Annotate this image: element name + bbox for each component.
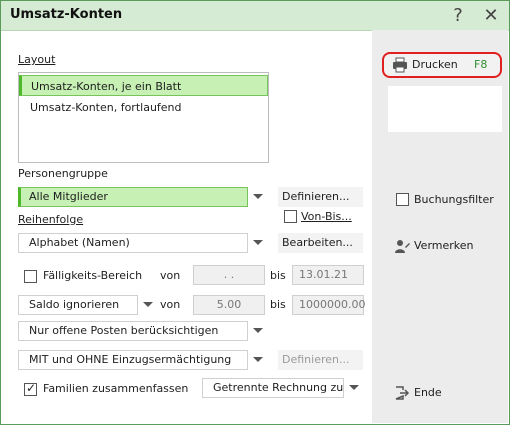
exit-icon (395, 386, 410, 400)
buchungsfilter-checkbox[interactable] (396, 193, 409, 206)
faelligkeit-bis-label: bis (270, 269, 286, 282)
saldo-bis-input[interactable]: 1000000.00 (292, 295, 365, 315)
rechnung-select[interactable]: Getrennte Rechnung zusa (202, 378, 344, 398)
print-shortcut: F8 (474, 58, 488, 71)
chevron-down-icon[interactable] (253, 328, 263, 333)
window-title: Umsatz-Konten (10, 7, 123, 22)
help-icon[interactable]: ? (446, 4, 470, 28)
faelligkeit-von-input[interactable]: . . (193, 265, 265, 285)
posten-select[interactable]: Nur offene Posten berücksichtigen (18, 321, 248, 341)
faelligkeit-label: Fälligkeits-Bereich (43, 269, 143, 282)
saldo-von-input[interactable]: 5.00 (193, 295, 265, 315)
define-einzug-button[interactable]: Definieren... (278, 350, 363, 370)
edit-order-button[interactable]: Bearbeiten... (278, 233, 363, 253)
layout-item-fortlaufend[interactable]: Umsatz-Konten, fortlaufend (19, 97, 268, 118)
von-bis-text: Von-Bis... (301, 210, 352, 223)
familien-checkbox[interactable] (24, 381, 37, 396)
layout-item-je-ein-blatt[interactable]: Umsatz-Konten, je ein Blatt (19, 75, 268, 96)
faelligkeit-bis-input[interactable]: 13.01.21 (292, 265, 364, 285)
vermerken-label: Vermerken (414, 239, 474, 252)
personengruppe-select[interactable]: Alle Mitglieder (18, 187, 248, 207)
faelligkeit-von-label: von (160, 269, 181, 282)
layout-list[interactable]: Umsatz-Konten, je ein Blatt Umsatz-Konte… (18, 72, 269, 163)
familien-label: Familien zusammenfassen (43, 382, 189, 395)
title-bar: Umsatz-Konten ? ✕ (1, 1, 509, 31)
personengruppe-label: Personengruppe (18, 167, 108, 180)
chevron-down-icon[interactable] (349, 385, 359, 390)
chevron-down-icon[interactable] (253, 357, 263, 362)
close-icon[interactable]: ✕ (479, 4, 503, 28)
reihenfolge-label: Reihenfolge (18, 213, 84, 226)
faelligkeit-checkbox[interactable] (24, 270, 37, 283)
saldo-select[interactable]: Saldo ignorieren (18, 295, 138, 315)
ende-label: Ende (414, 386, 442, 399)
saldo-bis-label: bis (270, 298, 286, 311)
define-group-button[interactable]: Definieren... (278, 187, 363, 207)
reihenfolge-select[interactable]: Alphabet (Namen) (18, 233, 248, 253)
von-bis-label: Von-Bis... (301, 210, 352, 223)
chevron-down-icon[interactable] (253, 240, 263, 245)
buchungsfilter-label: Buchungsfilter (414, 193, 494, 206)
preview-area (388, 86, 502, 132)
printer-icon (393, 57, 407, 73)
chevron-down-icon[interactable] (253, 194, 263, 199)
chevron-down-icon[interactable] (143, 302, 153, 307)
person-pen-icon (395, 240, 410, 253)
ende-button[interactable]: Ende (392, 383, 462, 403)
print-label: Drucken (412, 58, 458, 71)
von-bis-checkbox[interactable] (284, 210, 297, 223)
vermerken-button[interactable]: Vermerken (392, 236, 482, 256)
einzug-select[interactable]: MIT und OHNE Einzugsermächtigung (18, 350, 248, 370)
print-button[interactable]: Drucken F8 (382, 52, 502, 78)
layout-label: Layout (18, 53, 56, 66)
saldo-von-label: von (160, 298, 181, 311)
